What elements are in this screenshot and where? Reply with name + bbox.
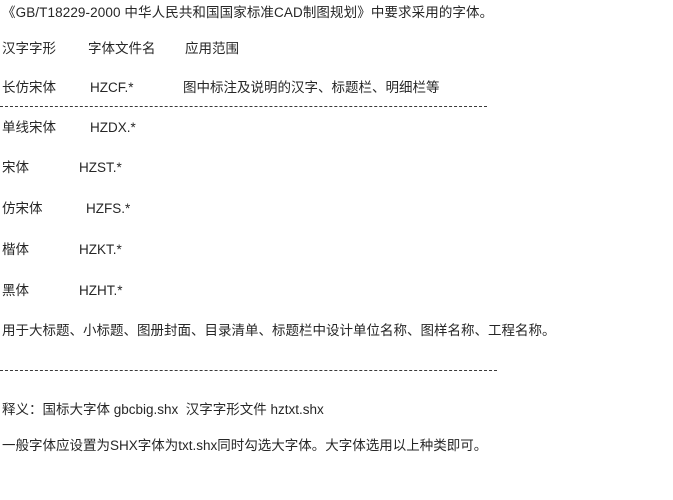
table-row: 黑体 HZHT.* <box>0 282 673 300</box>
row-font-file: HZST.* <box>79 160 122 175</box>
table-row: 单线宋体 HZDX.* <box>0 119 673 137</box>
row-glyph-style: 楷体 <box>2 242 29 257</box>
row-font-file: HZKT.* <box>79 242 122 257</box>
table-row: 长仿宋体 HZCF.* 图中标注及说明的汉字、标题栏、明细栏等 <box>0 79 673 97</box>
document-title: 《GB/T18229-2000 中华人民共和国国家标准CAD制图规划》中要求采用… <box>2 5 494 20</box>
row-glyph-style: 黑体 <box>2 283 29 298</box>
separator-rule-bottom <box>0 370 497 371</box>
row-font-file: HZFS.* <box>86 201 131 216</box>
row-font-file: HZHT.* <box>79 283 123 298</box>
row-font-file: HZCF.* <box>90 80 134 95</box>
row-glyph-style: 宋体 <box>2 160 29 175</box>
separator-rule-top <box>0 106 487 107</box>
document-page: 《GB/T18229-2000 中华人民共和国国家标准CAD制图规划》中要求采用… <box>0 0 673 500</box>
row-usage: 图中标注及说明的汉字、标题栏、明细栏等 <box>183 80 440 95</box>
table-row: 宋体 HZST.* <box>0 159 673 177</box>
row-font-file: HZDX.* <box>90 120 136 135</box>
table-header-row: 汉字字形 字体文件名 应用范围 <box>0 40 673 58</box>
table-header-usage: 应用范围 <box>185 41 239 56</box>
row-glyph-style: 长仿宋体 <box>2 80 56 95</box>
table-header-glyph-style: 汉字字形 <box>2 41 56 56</box>
table-row: 仿宋体 HZFS.* <box>0 200 673 218</box>
closing-note: 一般字体应设置为SHX字体为txt.shx同时勾选大字体。大字体选用以上种类即可… <box>2 438 488 453</box>
row-glyph-style: 仿宋体 <box>2 201 43 216</box>
usage-note: 用于大标题、小标题、图册封面、目录清单、标题栏中设计单位名称、图样名称、工程名称… <box>2 323 556 338</box>
table-header-font-file: 字体文件名 <box>88 41 156 56</box>
table-row: 楷体 HZKT.* <box>0 241 673 259</box>
row-glyph-style: 单线宋体 <box>2 120 56 135</box>
definition-line: 释义：国标大字体 gbcbig.shx 汉字字形文件 hztxt.shx <box>2 402 324 417</box>
